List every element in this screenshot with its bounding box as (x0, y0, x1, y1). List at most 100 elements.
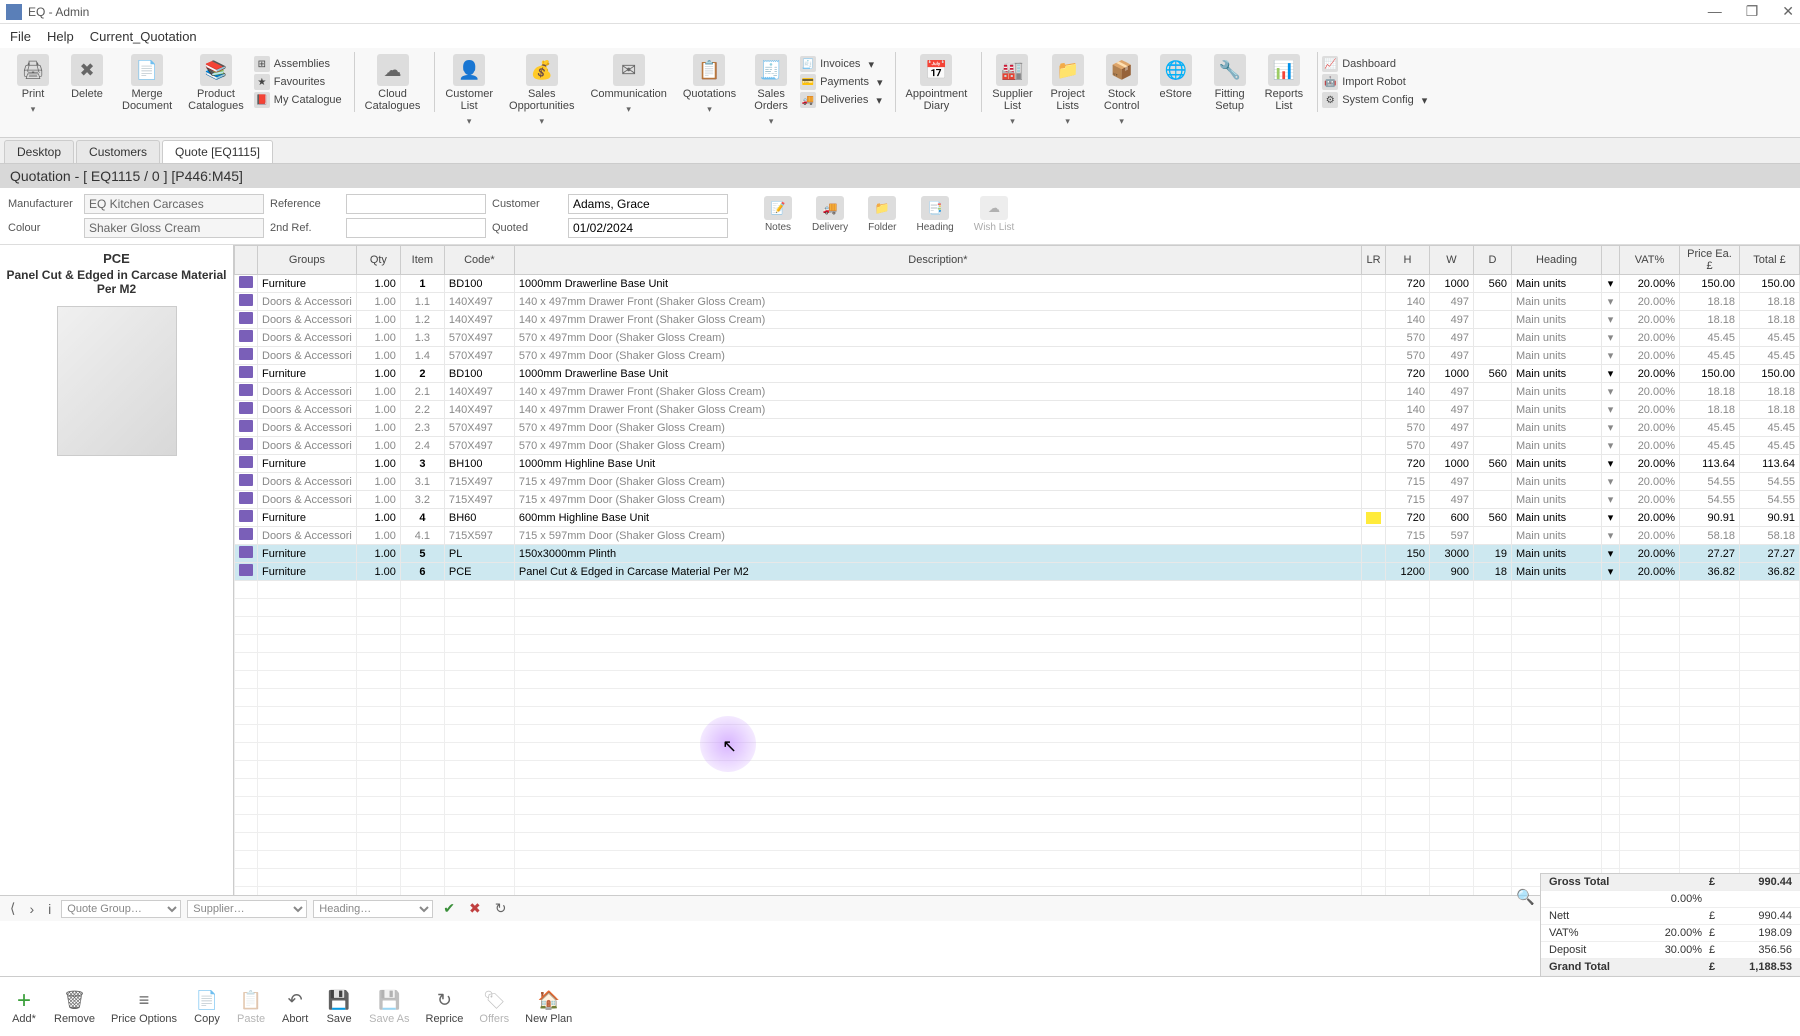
empty-row[interactable] (235, 635, 1800, 653)
empty-row[interactable] (235, 779, 1800, 797)
price-options-button[interactable]: ≡Price Options (111, 989, 177, 1025)
empty-row[interactable] (235, 851, 1800, 869)
quotations-dropdown[interactable]: ▾ (703, 104, 715, 116)
heading-dropdown[interactable]: ▾ (1602, 311, 1620, 329)
folder-button[interactable]: 📁Folder (860, 194, 904, 238)
paste-button[interactable]: 📋Paste (237, 989, 265, 1025)
sales-opportunities-button[interactable]: 💰Sales Opportunities (503, 52, 580, 114)
reports-list-button[interactable]: 📊Reports List (1259, 52, 1310, 114)
payments-button[interactable]: 💳Payments▾ (800, 74, 882, 90)
heading-dropdown[interactable]: ▾ (1602, 545, 1620, 563)
heading-dropdown[interactable]: ▾ (1602, 455, 1620, 473)
customer-list-button[interactable]: 👤Customer List (439, 52, 499, 114)
heading-dropdown[interactable]: ▾ (1602, 347, 1620, 365)
empty-row[interactable] (235, 815, 1800, 833)
salesorders-dropdown[interactable]: ▾ (765, 116, 777, 128)
table-row[interactable]: Doors & Accessori1.002.4570X497570 x 497… (235, 437, 1800, 455)
table-row[interactable]: Doors & Accessori1.004.1715X597715 x 597… (235, 527, 1800, 545)
refresh-button[interactable]: ↻ (491, 900, 511, 917)
project-lists-button[interactable]: 📁Project Lists (1043, 52, 1093, 114)
add-button[interactable]: +Add* (10, 989, 38, 1025)
invoices-button[interactable]: 🧾Invoices▾ (800, 56, 882, 72)
empty-row[interactable] (235, 833, 1800, 851)
empty-row[interactable] (235, 689, 1800, 707)
table-row[interactable]: Furniture1.003BH1001000mm Highline Base … (235, 455, 1800, 473)
print-button[interactable]: 🖨Print (8, 52, 58, 102)
cloud-catalogues-button[interactable]: ☁Cloud Catalogues (359, 52, 427, 114)
supplier-select[interactable]: Supplier… (187, 900, 307, 918)
product-catalogues-button[interactable]: 📚Product Catalogues (182, 52, 250, 114)
quotations-button[interactable]: 📋Quotations (677, 52, 742, 102)
line-items-grid[interactable]: Groups Qty Item Code* Description* LR H … (234, 245, 1800, 895)
fitting-setup-button[interactable]: 🔧Fitting Setup (1205, 52, 1255, 114)
abort-button[interactable]: ↶Abort (281, 989, 309, 1025)
tab-customers[interactable]: Customers (76, 140, 160, 163)
table-row[interactable]: Furniture1.001BD1001000mm Drawerline Bas… (235, 275, 1800, 293)
comm-dropdown[interactable]: ▾ (623, 104, 635, 116)
heading-dropdown[interactable]: ▾ (1602, 401, 1620, 419)
offers-button[interactable]: 🏷Offers (479, 989, 509, 1025)
empty-row[interactable] (235, 671, 1800, 689)
reprice-button[interactable]: ↻Reprice (426, 989, 464, 1025)
search-icon[interactable]: 🔍 (1516, 888, 1534, 906)
print-dropdown[interactable]: ▾ (27, 104, 39, 116)
notes-button[interactable]: 📝Notes (756, 194, 800, 238)
delete-button[interactable]: ✖Delete (62, 52, 112, 102)
dashboard-button[interactable]: 📈Dashboard (1322, 56, 1427, 72)
favourites-button[interactable]: ★Favourites (254, 74, 342, 90)
table-row[interactable]: Doors & Accessori1.002.2140X497140 x 497… (235, 401, 1800, 419)
table-row[interactable]: Doors & Accessori1.003.2715X497715 x 497… (235, 491, 1800, 509)
empty-row[interactable] (235, 743, 1800, 761)
customer-dropdown[interactable]: ▾ (463, 116, 475, 128)
save-button[interactable]: 💾Save (325, 989, 353, 1025)
tab-quote[interactable]: Quote [EQ1115] (162, 140, 273, 163)
table-row[interactable]: Doors & Accessori1.003.1715X497715 x 497… (235, 473, 1800, 491)
table-row[interactable]: Doors & Accessori1.002.1140X497140 x 497… (235, 383, 1800, 401)
table-row[interactable]: Furniture1.005PL150x3000mm Plinth1503000… (235, 545, 1800, 563)
stock-control-button[interactable]: 📦Stock Control (1097, 52, 1147, 114)
colour-field[interactable] (84, 218, 264, 238)
menu-current-quotation[interactable]: Current_Quotation (90, 29, 197, 44)
table-row[interactable]: Doors & Accessori1.001.4570X497570 x 497… (235, 347, 1800, 365)
empty-row[interactable] (235, 581, 1800, 599)
apply-button[interactable]: ✔ (439, 900, 459, 917)
appointment-diary-button[interactable]: 📅Appointment Diary (900, 52, 974, 114)
maximize-button[interactable]: ❐ (1746, 3, 1759, 20)
deliveries-button[interactable]: 🚚Deliveries▾ (800, 92, 882, 108)
remove-button[interactable]: 🗑Remove (54, 989, 95, 1025)
empty-row[interactable] (235, 707, 1800, 725)
tab-desktop[interactable]: Desktop (4, 140, 74, 163)
quoted-field[interactable] (568, 218, 728, 238)
nav-info[interactable]: i (44, 901, 55, 917)
empty-row[interactable] (235, 653, 1800, 671)
salesopp-dropdown[interactable]: ▾ (536, 116, 548, 128)
close-button[interactable]: ✕ (1782, 3, 1794, 20)
delivery-button[interactable]: 🚚Delivery (804, 194, 856, 238)
empty-row[interactable] (235, 599, 1800, 617)
heading-dropdown[interactable]: ▾ (1602, 419, 1620, 437)
communication-button[interactable]: ✉Communication (584, 52, 672, 102)
heading-dropdown[interactable]: ▾ (1602, 509, 1620, 527)
minimize-button[interactable]: — (1708, 3, 1722, 20)
heading-dropdown[interactable]: ▾ (1602, 527, 1620, 545)
supplier-dropdown[interactable]: ▾ (1006, 116, 1018, 128)
new-plan-button[interactable]: 🏠New Plan (525, 989, 572, 1025)
table-row[interactable]: Doors & Accessori1.002.3570X497570 x 497… (235, 419, 1800, 437)
manufacturer-field[interactable] (84, 194, 264, 214)
import-robot-button[interactable]: 🤖Import Robot (1322, 74, 1427, 90)
quote-group-select[interactable]: Quote Group… (61, 900, 181, 918)
table-row[interactable]: Furniture1.006PCEPanel Cut & Edged in Ca… (235, 563, 1800, 581)
heading-dropdown[interactable]: ▾ (1602, 329, 1620, 347)
empty-row[interactable] (235, 617, 1800, 635)
heading-dropdown[interactable]: ▾ (1602, 473, 1620, 491)
my-catalogue-button[interactable]: 📕My Catalogue (254, 92, 342, 108)
heading-dropdown[interactable]: ▾ (1602, 275, 1620, 293)
heading-dropdown[interactable]: ▾ (1602, 383, 1620, 401)
ref2-field[interactable] (346, 218, 486, 238)
cancel-button[interactable]: ✖ (465, 900, 485, 917)
stock-dropdown[interactable]: ▾ (1116, 116, 1128, 128)
sales-orders-button[interactable]: 🧾Sales Orders (746, 52, 796, 114)
assemblies-button[interactable]: ⊞Assemblies (254, 56, 342, 72)
menu-help[interactable]: Help (47, 29, 74, 44)
supplier-list-button[interactable]: 🏭Supplier List (986, 52, 1038, 114)
